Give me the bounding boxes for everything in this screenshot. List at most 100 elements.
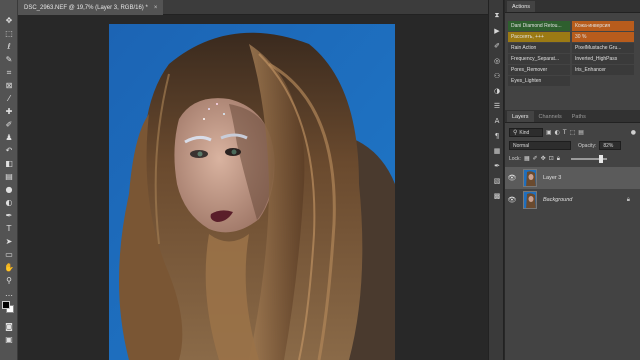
layers-panel-header: Layers Channels Paths <box>505 110 640 123</box>
blend-mode-value: Normal <box>513 142 530 149</box>
opacity-value: 82% <box>603 142 614 149</box>
actions-icon[interactable]: ▶ <box>491 25 503 36</box>
eraser-tool-icon[interactable]: ◧ <box>2 158 16 169</box>
filter-type-icon[interactable]: T <box>563 129 567 136</box>
crop-tool-icon[interactable]: ⌗ <box>2 67 16 78</box>
action-button[interactable]: Рассеять, +++ <box>508 32 570 42</box>
glyphs-icon[interactable]: ▦ <box>491 145 503 156</box>
action-button[interactable]: Rain Action <box>508 43 570 53</box>
paragraph-icon[interactable]: ¶ <box>491 130 503 141</box>
blend-mode-select[interactable]: Normal <box>509 141 571 150</box>
zoom-tool-icon[interactable]: ⚲ <box>2 275 16 286</box>
document-tab-bar: DSC_2963.NEF @ 19,7% (Layer 3, RGB/16) *… <box>18 0 488 15</box>
healing-brush-tool-icon[interactable]: ✚ <box>2 106 16 117</box>
portrait-photo[interactable] <box>109 24 395 360</box>
foreground-color-swatch[interactable] <box>2 301 10 309</box>
panel-icon-strip: ⧗ ▶ ✐ ◎ ⚇ ◑ ☰ A ¶ ▦ ✒ ▧ ▩ <box>488 0 504 360</box>
libraries-icon[interactable]: ⚇ <box>491 70 503 81</box>
layer-filter-row: ⚲ Kind ▣ ◐ T ⬚ ▤ ● <box>505 126 640 139</box>
adjustments-icon[interactable]: ◑ <box>491 85 503 96</box>
document-tab[interactable]: DSC_2963.NEF @ 19,7% (Layer 3, RGB/16) *… <box>18 0 164 15</box>
frame-tool-icon[interactable]: ⊠ <box>2 80 16 91</box>
action-button[interactable]: Dani Diamond Retou... <box>508 21 570 31</box>
dodge-tool-icon[interactable]: ◐ <box>2 197 16 208</box>
action-buttons: Dani Diamond Retou... Кожа-инверсия Рассея… <box>508 21 637 86</box>
brush-tool-icon[interactable]: ✐ <box>2 119 16 130</box>
lock-position-icon[interactable]: ✥ <box>541 155 546 162</box>
filter-smart-object-icon[interactable]: ▤ <box>578 129 584 136</box>
lock-transparent-icon[interactable]: ▦ <box>524 155 530 162</box>
eyedropper-tool-icon[interactable]: ⁄ <box>2 93 16 104</box>
clone-source-icon[interactable]: ◎ <box>491 55 503 66</box>
actions-panel-header: Actions <box>505 0 640 13</box>
tab-layers[interactable]: Layers <box>507 111 534 122</box>
layer-name[interactable]: Layer 3 <box>543 175 561 181</box>
opacity-label: Opacity: <box>578 142 597 149</box>
lock-all-icon[interactable]: 🔒︎ <box>557 155 560 163</box>
quick-select-tool-icon[interactable]: ✎ <box>2 54 16 65</box>
clone-stamp-tool-icon[interactable]: ♟ <box>2 132 16 143</box>
layer-name[interactable]: Background <box>543 197 572 203</box>
styles-icon[interactable]: ▧ <box>491 175 503 186</box>
more-tools-icon[interactable]: … <box>2 288 16 299</box>
history-brush-tool-icon[interactable]: ↶ <box>2 145 16 156</box>
action-button[interactable]: Inverted_HighPass <box>572 54 634 64</box>
blend-opacity-row: Normal Opacity: 82% <box>505 139 640 152</box>
pen-tool-icon[interactable]: ✒ <box>2 210 16 221</box>
lock-icon[interactable]: 🔒︎ <box>627 196 630 204</box>
paths-icon[interactable]: ✒ <box>491 160 503 171</box>
filter-pixel-icon[interactable]: ▣ <box>546 129 552 136</box>
action-button[interactable]: 30 % <box>572 32 634 42</box>
quick-mask-icon[interactable]: ◙ <box>2 321 16 332</box>
opacity-input[interactable]: 82% <box>599 141 622 150</box>
portrait-image <box>109 24 395 360</box>
rectangle-tool-icon[interactable]: ▭ <box>2 249 16 260</box>
layer-thumbnail <box>523 169 537 187</box>
canvas-area[interactable] <box>18 16 488 360</box>
filter-toggle-icon[interactable]: ● <box>631 129 636 136</box>
filter-shape-icon[interactable]: ⬚ <box>570 129 576 136</box>
action-button[interactable]: Eyes_Lighten <box>508 76 570 86</box>
right-panels: Actions Dani Diamond Retou... Кожа-инверс… <box>505 0 640 360</box>
lock-pixels-icon[interactable]: ✐ <box>533 155 538 162</box>
move-tool-icon[interactable]: ✥ <box>2 15 16 26</box>
tab-paths[interactable]: Paths <box>567 111 591 122</box>
close-icon[interactable]: × <box>154 5 158 11</box>
layer-row[interactable]: 👁︎ Layer 3 <box>505 167 640 189</box>
blur-tool-icon[interactable]: ● <box>2 184 16 195</box>
hand-tool-icon[interactable]: ✋ <box>2 262 16 273</box>
layers-panel: Layers Channels Paths ⚲ Kind ▣ ◐ T ⬚ ▤ ● N… <box>505 110 640 360</box>
visibility-eye-icon[interactable]: 👁︎ <box>505 196 519 204</box>
actions-panel: Dani Diamond Retou... Кожа-инверсия Рассея… <box>505 15 640 90</box>
opacity-slider-handle[interactable] <box>598 154 603 163</box>
swatches-icon[interactable]: ▩ <box>491 190 503 201</box>
tab-actions[interactable]: Actions <box>507 1 536 12</box>
action-button[interactable]: PixelMustache Gru... <box>572 43 634 53</box>
action-button[interactable]: Pores_Remover <box>508 65 570 75</box>
document-tab-title: DSC_2963.NEF @ 19,7% (Layer 3, RGB/16) * <box>24 4 148 11</box>
layer-thumbnail <box>523 191 537 209</box>
lock-artboard-icon[interactable]: ⊡ <box>549 155 554 162</box>
visibility-eye-icon[interactable]: 👁︎ <box>505 174 519 182</box>
character-icon[interactable]: A <box>491 115 503 126</box>
opacity-slider[interactable] <box>570 154 607 163</box>
layer-filter-kind: Kind <box>519 129 530 136</box>
lasso-tool-icon[interactable]: ℓ <box>2 41 16 52</box>
action-button[interactable]: Frequency_Separat... <box>508 54 570 64</box>
type-tool-icon[interactable]: T <box>2 223 16 234</box>
action-button[interactable]: Iris_Enhancer <box>572 65 634 75</box>
screen-mode-icon[interactable]: ▣ <box>2 334 16 345</box>
path-select-tool-icon[interactable]: ➤ <box>2 236 16 247</box>
brush-settings-icon[interactable]: ✐ <box>491 40 503 51</box>
tools-panel: ✥ ⬚ ℓ ✎ ⌗ ⊠ ⁄ ✚ ✐ ♟ ↶ ◧ ▤ ● ◐ ✒ T ➤ ▭ ✋ ⚲ … ◙ ▣ <box>0 0 18 360</box>
layer-row[interactable]: 👁︎ Background 🔒︎ <box>505 189 640 211</box>
filter-adjustment-icon[interactable]: ◐ <box>555 129 560 136</box>
properties-icon[interactable]: ☰ <box>491 100 503 111</box>
layer-filter-select[interactable]: ⚲ Kind <box>509 128 543 137</box>
lock-label: Lock: <box>509 155 521 162</box>
marquee-tool-icon[interactable]: ⬚ <box>2 28 16 39</box>
gradient-tool-icon[interactable]: ▤ <box>2 171 16 182</box>
history-icon[interactable]: ⧗ <box>491 10 503 21</box>
tab-channels[interactable]: Channels <box>534 111 567 122</box>
action-button[interactable]: Кожа-инверсия <box>572 21 634 31</box>
